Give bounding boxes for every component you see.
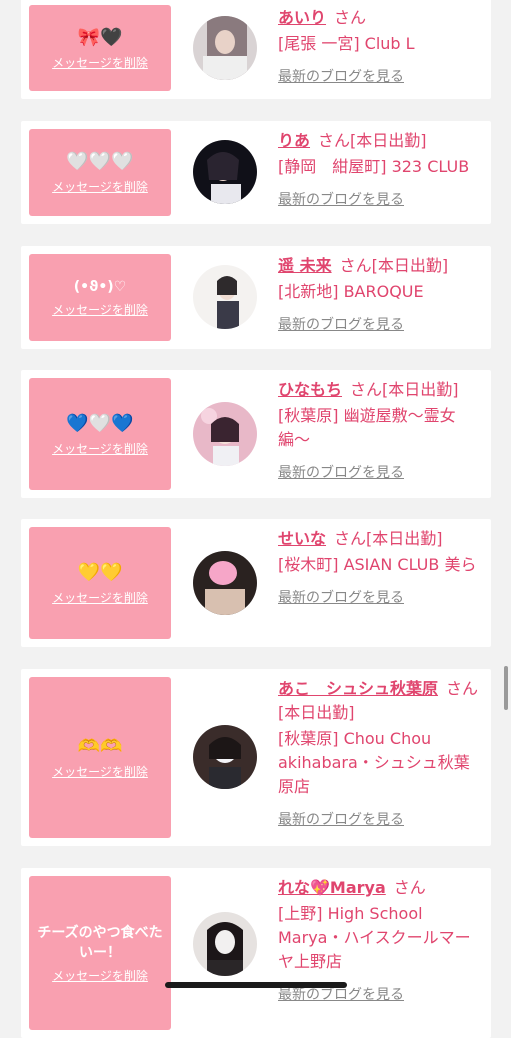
honorific: さん xyxy=(350,380,383,399)
scrollbar[interactable] xyxy=(504,666,508,710)
delete-message-link[interactable]: メッセージを削除 xyxy=(52,301,148,318)
latest-blog-link[interactable]: 最新のブログを見る xyxy=(278,314,404,334)
cast-name-link[interactable]: れな💖Marya xyxy=(278,878,386,897)
favorite-card: チーズのやつ食べたいー！ メッセージを削除 れな💖Marya さん [上野] Hi… xyxy=(21,868,491,1038)
home-indicator[interactable] xyxy=(165,982,347,988)
latest-blog-link[interactable]: 最新のブログを見る xyxy=(278,189,404,209)
shop-name: [秋葉原] Chou Chou akihabara・シュシュ秋葉原店 xyxy=(278,729,470,796)
honorific: さん xyxy=(334,529,367,548)
status-badge: [本日出勤] xyxy=(366,529,443,548)
avatar[interactable] xyxy=(193,912,257,976)
message-box: 💙🤍💙 メッセージを削除 xyxy=(29,378,171,490)
message-box: チーズのやつ食べたいー！ メッセージを削除 xyxy=(29,876,171,1030)
message-text: 🫶🫶 xyxy=(77,736,123,757)
message-text: (•ϑ•)♡ xyxy=(73,279,127,295)
favorite-card: 💙🤍💙 メッセージを削除 ひなもち さん[本日出勤] [秋葉原] 幽遊屋敷〜霊女編… xyxy=(21,370,491,498)
shop-name: [静岡 紺屋町] 323 CLUB xyxy=(278,157,470,176)
cast-name-link[interactable]: せいな xyxy=(278,529,326,548)
delete-message-link[interactable]: メッセージを削除 xyxy=(52,440,148,457)
message-text: 💛💛 xyxy=(77,561,123,583)
message-text: 🎀🖤 xyxy=(77,26,123,48)
latest-blog-link[interactable]: 最新のブログを見る xyxy=(278,587,404,607)
honorific: さん xyxy=(393,878,426,897)
latest-blog-link[interactable]: 最新のブログを見る xyxy=(278,809,404,829)
avatar[interactable] xyxy=(193,265,257,329)
status-badge: [本日出勤] xyxy=(350,131,427,150)
status-badge: [本日出勤] xyxy=(371,256,449,275)
delete-message-link[interactable]: メッセージを削除 xyxy=(52,967,148,984)
message-box: 💛💛 メッセージを削除 xyxy=(29,527,171,639)
shop-name: [尾張 一宮] Club L xyxy=(278,34,415,53)
honorific: さん xyxy=(339,256,372,275)
shop-name: [上野] High School Marya・ハイスクールマーヤ上野店 xyxy=(278,904,471,971)
cast-name-link[interactable]: あこ シュシュ秋葉原 xyxy=(278,679,438,698)
message-box: 🫶🫶 メッセージを削除 xyxy=(29,677,171,838)
shop-name: [秋葉原] 幽遊屋敷〜霊女編〜 xyxy=(278,406,456,449)
shop-name: [北新地] BAROQUE xyxy=(278,282,424,301)
delete-message-link[interactable]: メッセージを削除 xyxy=(52,763,148,780)
latest-blog-link[interactable]: 最新のブログを見る xyxy=(278,462,404,482)
favorite-card: 🫶🫶 メッセージを削除 あこ シュシュ秋葉原 さん [本日出勤] [秋葉原] Cho… xyxy=(21,669,491,846)
message-text: 💙🤍💙 xyxy=(66,412,134,434)
avatar[interactable] xyxy=(193,140,257,204)
favorite-card: 🤍🤍🤍 メッセージを削除 りあ さん[本日出勤] [静岡 紺屋町] 323 CLU… xyxy=(21,121,491,224)
honorific: さん xyxy=(334,8,367,27)
cast-name-link[interactable]: あいり xyxy=(278,8,326,27)
avatar[interactable] xyxy=(193,551,257,615)
message-box: (•ϑ•)♡ メッセージを削除 xyxy=(29,254,171,341)
cast-name-link[interactable]: 遥 未来 xyxy=(278,256,332,275)
avatar[interactable] xyxy=(193,725,257,789)
avatar[interactable] xyxy=(193,16,257,80)
message-box: 🤍🤍🤍 メッセージを削除 xyxy=(29,129,171,216)
cast-name-link[interactable]: りあ xyxy=(278,131,310,150)
shop-name: [桜木町] ASIAN CLUB 美ら xyxy=(278,555,477,574)
message-box: 🎀🖤 メッセージを削除 xyxy=(29,5,171,91)
latest-blog-link[interactable]: 最新のブログを見る xyxy=(278,66,404,86)
message-text: 🤍🤍🤍 xyxy=(66,151,134,172)
honorific: さん xyxy=(446,679,479,698)
status-badge: [本日出勤] xyxy=(278,703,355,722)
delete-message-link[interactable]: メッセージを削除 xyxy=(52,54,148,71)
delete-message-link[interactable]: メッセージを削除 xyxy=(52,178,148,195)
favorites-list: 🎀🖤 メッセージを削除 あいり さん [尾張 一宮] Club L 最新のブログを… xyxy=(0,0,511,1038)
status-badge: [本日出勤] xyxy=(382,380,459,399)
honorific: さん xyxy=(318,131,351,150)
favorite-card: (•ϑ•)♡ メッセージを削除 遥 未来 さん[本日出勤] [北新地] BAROQ… xyxy=(21,246,491,349)
avatar[interactable] xyxy=(193,402,257,466)
message-text: チーズのやつ食べたいー！ xyxy=(37,924,163,961)
delete-message-link[interactable]: メッセージを削除 xyxy=(52,589,148,606)
favorite-card: 🎀🖤 メッセージを削除 あいり さん [尾張 一宮] Club L 最新のブログを… xyxy=(21,0,491,99)
favorite-card: 💛💛 メッセージを削除 せいな さん[本日出勤] [桜木町] ASIAN CLUB… xyxy=(21,519,491,647)
cast-name-link[interactable]: ひなもち xyxy=(278,380,342,399)
